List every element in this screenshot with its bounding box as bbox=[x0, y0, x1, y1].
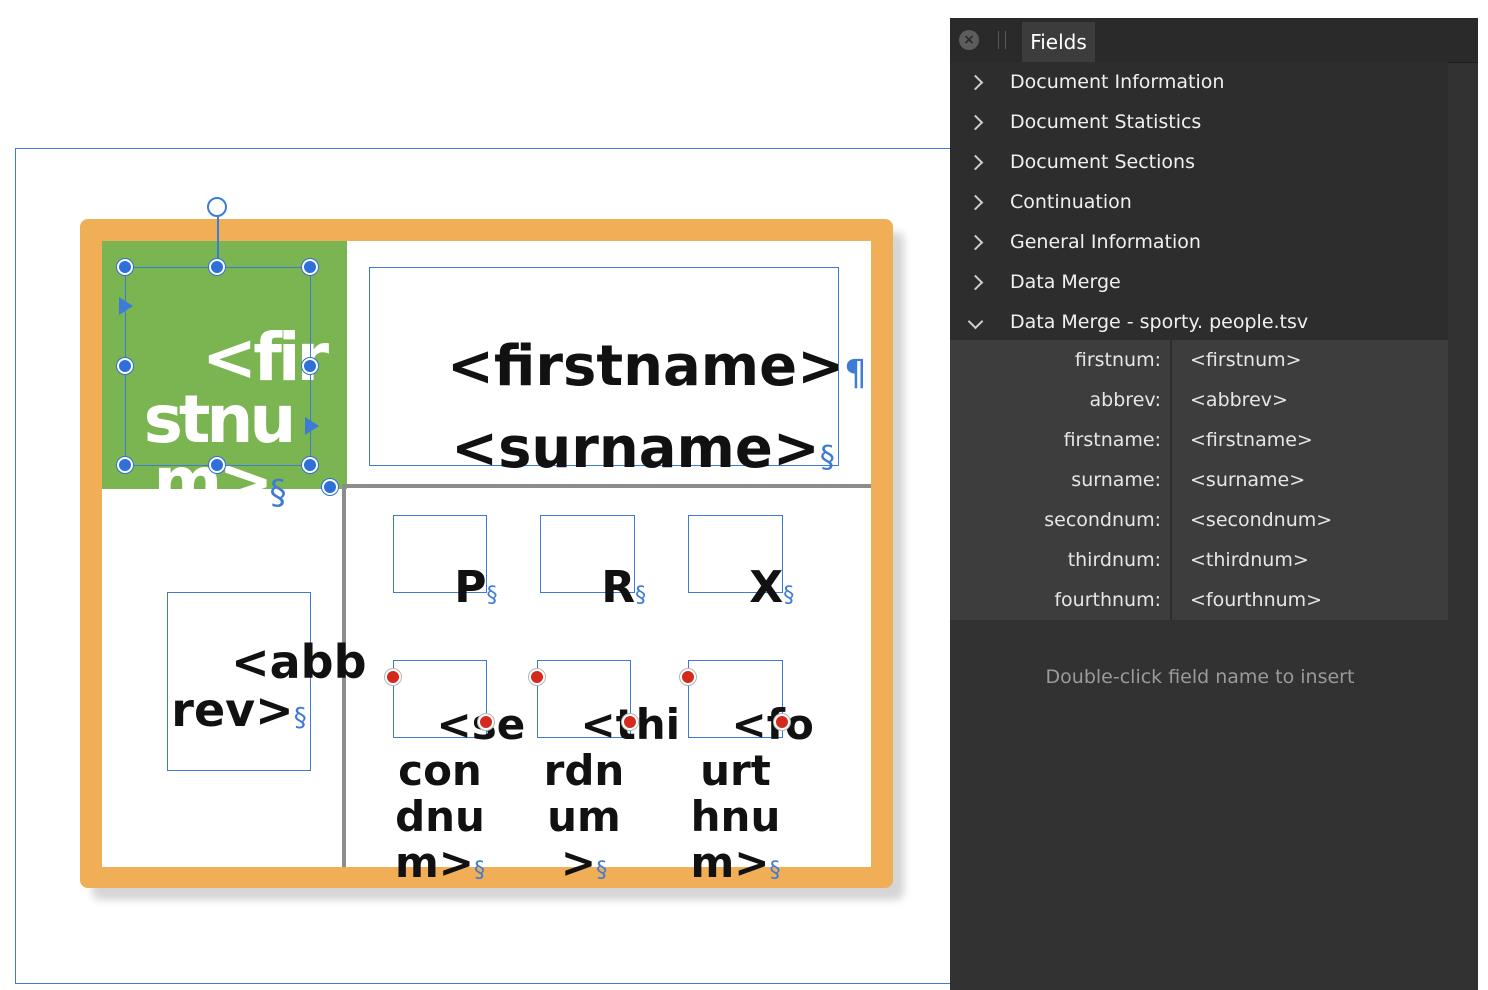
merge-field-value: <firstnum> bbox=[1190, 349, 1302, 371]
category-label: General Information bbox=[1010, 231, 1201, 253]
insert-hint: Double-click field name to insert bbox=[1045, 666, 1355, 688]
merge-field-value: <surname> bbox=[1190, 469, 1306, 491]
close-icon[interactable]: × bbox=[959, 30, 979, 50]
category-document-statistics[interactable]: Document Statistics bbox=[950, 102, 1448, 142]
letter-p: P§ bbox=[393, 510, 497, 674]
section-mark: § bbox=[635, 583, 647, 608]
resize-handle-mr[interactable] bbox=[302, 358, 318, 374]
surname-text: <surname> bbox=[451, 416, 820, 481]
merge-field-value: <fourthnum> bbox=[1190, 589, 1323, 611]
chevron-right-icon[interactable] bbox=[967, 182, 984, 223]
overflow-out-marker[interactable] bbox=[622, 714, 638, 730]
fourthnum-text: <fo urt hnu m> bbox=[690, 700, 814, 887]
fields-panel: × Fields Document Information Document S… bbox=[950, 18, 1478, 990]
category-label: Document Information bbox=[1010, 71, 1225, 93]
section-mark: § bbox=[783, 583, 795, 608]
secondnum-frame-text: <se con dnu m>§ bbox=[378, 656, 525, 940]
merge-field-name[interactable]: firstnum: bbox=[950, 340, 1161, 380]
merge-field-name[interactable]: secondnum: bbox=[950, 500, 1161, 540]
merge-field-row[interactable]: secondnum: <secondnum> bbox=[950, 500, 1448, 540]
fourthnum-frame-text: <fo urt hnu m>§ bbox=[673, 656, 814, 940]
overflow-in-marker[interactable] bbox=[529, 669, 545, 685]
merge-field-row[interactable]: thirdnum: <thirdnum> bbox=[950, 540, 1448, 580]
category-label: Data Merge - sporty. people.tsv bbox=[1010, 311, 1309, 333]
merge-field-row[interactable]: firstname: <firstname> bbox=[950, 420, 1448, 460]
letter-x-text: X bbox=[749, 562, 784, 613]
overflow-out-marker[interactable] bbox=[774, 714, 790, 730]
merge-field-row[interactable]: abbrev: <abbrev> bbox=[950, 380, 1448, 420]
tab-fields[interactable]: Fields bbox=[1022, 22, 1095, 62]
chevron-right-icon[interactable] bbox=[967, 102, 984, 143]
cell-corner-handle[interactable] bbox=[322, 479, 338, 495]
resize-handle-br[interactable] bbox=[302, 457, 318, 473]
section-mark: § bbox=[486, 583, 498, 608]
text-flow-in-icon[interactable] bbox=[119, 297, 133, 315]
section-mark: § bbox=[473, 858, 485, 883]
category-data-merge-file[interactable]: Data Merge - sporty. people.tsv bbox=[950, 302, 1448, 342]
letter-r: R§ bbox=[540, 510, 646, 674]
resize-handle-tl[interactable] bbox=[117, 259, 133, 275]
merge-field-name[interactable]: thirdnum: bbox=[950, 540, 1161, 580]
merge-field-name[interactable]: firstname: bbox=[950, 420, 1161, 460]
merge-field-value: <firstname> bbox=[1190, 429, 1313, 451]
chevron-down-icon[interactable] bbox=[967, 302, 984, 342]
category-general-information[interactable]: General Information bbox=[950, 222, 1448, 262]
merge-field-row[interactable]: firstnum: <firstnum> bbox=[950, 340, 1448, 380]
merge-field-row[interactable]: fourthnum: <fourthnum> bbox=[950, 580, 1448, 620]
letter-r-text: R bbox=[601, 562, 636, 613]
pilcrow-mark: ¶ bbox=[844, 353, 867, 394]
rotation-handle[interactable] bbox=[207, 197, 227, 217]
merge-field-table: firstnum: <firstnum> abbrev: <abbrev> fi… bbox=[950, 340, 1448, 620]
table-column-separator bbox=[1170, 340, 1172, 620]
resize-handle-tr[interactable] bbox=[302, 259, 318, 275]
text-flow-out-icon[interactable] bbox=[305, 417, 319, 435]
category-label: Continuation bbox=[1010, 191, 1132, 213]
merge-field-value: <thirdnum> bbox=[1190, 549, 1309, 571]
merge-field-row[interactable]: surname: <surname> bbox=[950, 460, 1448, 500]
category-continuation[interactable]: Continuation bbox=[950, 182, 1448, 222]
resize-handle-ml[interactable] bbox=[117, 358, 133, 374]
resize-handle-bc[interactable] bbox=[209, 457, 225, 473]
category-document-sections[interactable]: Document Sections bbox=[950, 142, 1448, 182]
drag-grip-icon[interactable] bbox=[998, 31, 1006, 49]
firstnum-frame-selection[interactable] bbox=[125, 267, 311, 466]
category-label: Data Merge bbox=[1010, 271, 1121, 293]
category-document-information[interactable]: Document Information bbox=[950, 62, 1448, 102]
category-label: Document Sections bbox=[1010, 151, 1195, 173]
overflow-in-marker[interactable] bbox=[385, 669, 401, 685]
field-category-list: Document Information Document Statistics… bbox=[950, 62, 1448, 342]
chevron-right-icon[interactable] bbox=[967, 142, 984, 183]
document-canvas[interactable]: <fir stnu m>§ <firstname>¶ <surname>§ <a… bbox=[0, 0, 975, 990]
letter-p-text: P bbox=[454, 562, 487, 613]
merge-field-value: <secondnum> bbox=[1190, 509, 1333, 531]
section-mark: § bbox=[769, 858, 781, 883]
merge-field-name[interactable]: abbrev: bbox=[950, 380, 1161, 420]
section-mark: § bbox=[596, 858, 608, 883]
chevron-right-icon[interactable] bbox=[967, 262, 984, 303]
section-mark: § bbox=[293, 703, 307, 733]
category-label: Document Statistics bbox=[1010, 111, 1202, 133]
abbrev-frame-text: <abb rev>§ bbox=[167, 590, 366, 790]
merge-field-name[interactable]: surname: bbox=[950, 460, 1161, 500]
chevron-right-icon[interactable] bbox=[967, 222, 984, 263]
panel-tab-bar: × Fields bbox=[950, 18, 1478, 63]
letter-x: X§ bbox=[688, 510, 794, 674]
merge-field-value: <abbrev> bbox=[1190, 389, 1288, 411]
overflow-in-marker[interactable] bbox=[680, 669, 696, 685]
section-mark: § bbox=[269, 473, 287, 513]
category-data-merge[interactable]: Data Merge bbox=[950, 262, 1448, 302]
overflow-out-marker[interactable] bbox=[478, 714, 494, 730]
resize-handle-bl[interactable] bbox=[117, 457, 133, 473]
thirdnum-frame-text: <thi rdn um >§ bbox=[522, 656, 680, 940]
resize-handle-tc[interactable] bbox=[209, 259, 225, 275]
section-mark: § bbox=[819, 440, 835, 475]
merge-field-name[interactable]: fourthnum: bbox=[950, 580, 1161, 620]
chevron-right-icon[interactable] bbox=[967, 62, 984, 103]
